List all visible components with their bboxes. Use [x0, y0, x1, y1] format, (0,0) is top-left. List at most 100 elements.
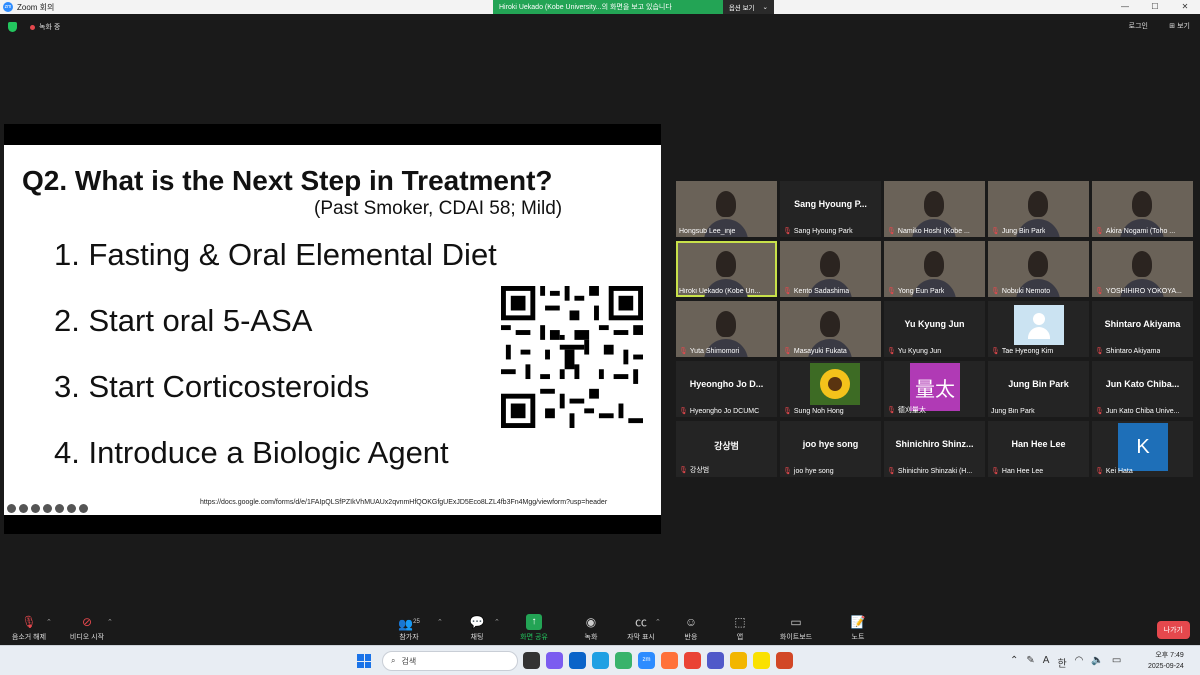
microphone-muted-icon: 🎙 [679, 467, 688, 474]
tray-overflow-icon[interactable]: ⌃ [1010, 655, 1018, 670]
teams-icon[interactable] [707, 652, 724, 669]
participant-name-label: Yong Eun Park [897, 287, 945, 295]
mail-icon[interactable] [569, 652, 586, 669]
participant-name: 🎙 강상범 [679, 465, 709, 475]
participant-tile[interactable]: 🎙 Kento Sadashima [780, 241, 881, 297]
chat-options-caret[interactable]: ⌃ [494, 618, 500, 626]
participant-display-name: Han Hee Lee [1011, 439, 1066, 449]
windows-start-icon[interactable] [357, 654, 371, 668]
next-slide-icon[interactable] [79, 504, 88, 513]
participant-tile[interactable]: 🎙 Tae Hyeong Kim [988, 301, 1089, 357]
participant-name: 🎙 Han Hee Lee [991, 467, 1043, 476]
ime-mode-han[interactable]: 한 [1057, 655, 1066, 670]
reactions-button[interactable]: ☺ 반응 [678, 614, 704, 642]
participant-tile[interactable]: Han Hee Lee 🎙 Han Hee Lee [988, 421, 1089, 477]
view-options-button[interactable]: 옵션 보기 ⌄ [722, 0, 774, 14]
share-screen-button[interactable]: ↑ 화면 공유 [515, 614, 553, 642]
taskbar-clock[interactable]: 오후 7:49 2025-09-24 [1148, 650, 1184, 672]
minimize-button[interactable]: — [1110, 0, 1140, 14]
participant-tile[interactable]: joo hye song 🎙 joo hye song [780, 421, 881, 477]
notes-button[interactable]: 📝 노트 [846, 614, 870, 642]
maximize-button[interactable]: ☐ [1140, 0, 1170, 14]
participant-name: 🎙 Sang Hyoung Park [783, 227, 853, 236]
participant-tile[interactable]: Hiroki Uekado (Kobe Un... [676, 241, 777, 297]
pen-icon[interactable] [19, 504, 28, 513]
audio-options-caret[interactable]: ⌃ [46, 618, 52, 626]
participant-tile[interactable]: 量太 🎙 德刈量太 [884, 361, 985, 417]
encryption-shield-icon[interactable] [8, 22, 17, 32]
zoom-app-icon[interactable]: zm [638, 652, 655, 669]
participant-tile[interactable]: K 🎙 Kei Hata [1092, 421, 1193, 477]
participant-tile[interactable]: 🎙 Yuta Shimomori [676, 301, 777, 357]
captions-icon[interactable] [43, 504, 52, 513]
participant-tile[interactable]: 🎙 Jung Bin Park [988, 181, 1089, 237]
participant-tile[interactable]: 강상범 🎙 강상범 [676, 421, 777, 477]
captions-options-caret[interactable]: ⌃ [655, 618, 661, 626]
volume-icon[interactable]: 🔈 [1091, 655, 1103, 670]
system-tray: ⌃ ✎ A 한 ◠ 🔈 ▭ [1010, 655, 1121, 670]
participant-tile[interactable]: Jun Kato Chiba... 🎙 Jun Kato Chiba Unive..… [1092, 361, 1193, 417]
edge-icon[interactable] [592, 652, 609, 669]
form-url: https://docs.google.com/forms/d/e/1FAIpQ… [200, 499, 608, 506]
wifi-icon[interactable]: ◠ [1075, 655, 1084, 670]
participant-tile[interactable]: 🎙 Nobuki Nemoto [988, 241, 1089, 297]
record-button[interactable]: ◉ 녹화 [578, 614, 604, 642]
file-explorer-icon[interactable] [730, 652, 747, 669]
recording-indicator[interactable]: 녹화 중 [30, 22, 60, 32]
participant-tile[interactable]: 🎙 Namiko Hoshi (Kobe ... [884, 181, 985, 237]
participants-options-caret[interactable]: ⌃ [437, 618, 443, 626]
participant-tile[interactable]: Sang Hyoung P... 🎙 Sang Hyoung Park [780, 181, 881, 237]
firefox-icon[interactable] [661, 652, 678, 669]
participant-video [924, 191, 944, 217]
clock-time: 오후 7:49 [1155, 652, 1184, 659]
task-view-icon[interactable] [523, 652, 540, 669]
battery-icon[interactable]: ▭ [1112, 655, 1121, 670]
participant-tile[interactable]: 🎙 Masayuki Fukata [780, 301, 881, 357]
search-placeholder: 검색 [401, 656, 417, 666]
close-button[interactable]: ✕ [1170, 0, 1200, 14]
participant-tile[interactable]: Hyeongho Jo D... 🎙 Hyeongho Jo DCUMC [676, 361, 777, 417]
window-title: Zoom 회의 [17, 2, 55, 12]
participant-tile[interactable]: 🎙 YOSHIHIRO YOKOYA... [1092, 241, 1193, 297]
participant-tile[interactable]: 🎙 Sung Noh Hong [780, 361, 881, 417]
participant-name: Hiroki Uekado (Kobe Un... [679, 288, 760, 295]
start-video-button[interactable]: ⊘ 비디오 시작 [64, 614, 110, 642]
ime-mode-a[interactable]: A [1043, 655, 1050, 670]
window-controls: — ☐ ✕ [1110, 0, 1200, 14]
leave-button[interactable]: 나가기 [1156, 621, 1190, 639]
participants-button[interactable]: 👥25 참가자 [393, 614, 425, 642]
participant-tile[interactable]: Shintaro Akiyama 🎙 Shintaro Akiyama [1092, 301, 1193, 357]
powerpoint-icon[interactable] [776, 652, 793, 669]
video-options-caret[interactable]: ⌃ [107, 618, 113, 626]
participant-tile[interactable]: Hongsub Lee_inje [676, 181, 777, 237]
apps-button[interactable]: ⬚ 앱 [728, 614, 752, 642]
view-button[interactable]: ⊞ 보기 [1169, 21, 1190, 31]
slide-toolbar [7, 504, 88, 513]
microphone-muted-icon: 🎙 [991, 348, 1000, 355]
chrome-icon[interactable] [684, 652, 701, 669]
store-app-icon[interactable] [615, 652, 632, 669]
copilot-icon[interactable] [546, 652, 563, 669]
participant-name-label: Yu Kyung Jun [897, 347, 942, 355]
chat-button[interactable]: 💬 채팅 [462, 614, 492, 642]
participant-tile[interactable]: Jung Bin Park Jung Bin Park [988, 361, 1089, 417]
pen-tray-icon[interactable]: ✎ [1026, 655, 1034, 670]
taskbar-search-box[interactable]: ⌕ 검색 [382, 651, 518, 671]
participant-name-label: Masayuki Fukata [793, 347, 847, 355]
zoom-icon[interactable] [31, 504, 40, 513]
participant-tile[interactable]: Yu Kyung Jun 🎙 Yu Kyung Jun [884, 301, 985, 357]
camera-icon[interactable] [55, 504, 64, 513]
kakaotalk-icon[interactable] [753, 652, 770, 669]
microphone-muted-icon: 🎙 [887, 348, 896, 355]
view-label: 보기 [1177, 23, 1190, 30]
participant-tile[interactable]: 🎙 Akira Nogami (Toho ... [1092, 181, 1193, 237]
whiteboard-icon: ▭ [790, 615, 802, 629]
participant-tile[interactable]: 🎙 Yong Eun Park [884, 241, 985, 297]
login-button[interactable]: 로그인 [1129, 21, 1148, 31]
whiteboard-button[interactable]: ▭ 화이트보드 [776, 614, 816, 642]
participant-tile[interactable]: Shinichiro Shinz... 🎙 Shinichiro Shinzaki … [884, 421, 985, 477]
previous-slide-icon[interactable] [7, 504, 16, 513]
participant-name: 🎙 Sung Noh Hong [783, 407, 844, 416]
more-icon[interactable] [67, 504, 76, 513]
microphone-muted-icon: 🎙 [783, 288, 792, 295]
